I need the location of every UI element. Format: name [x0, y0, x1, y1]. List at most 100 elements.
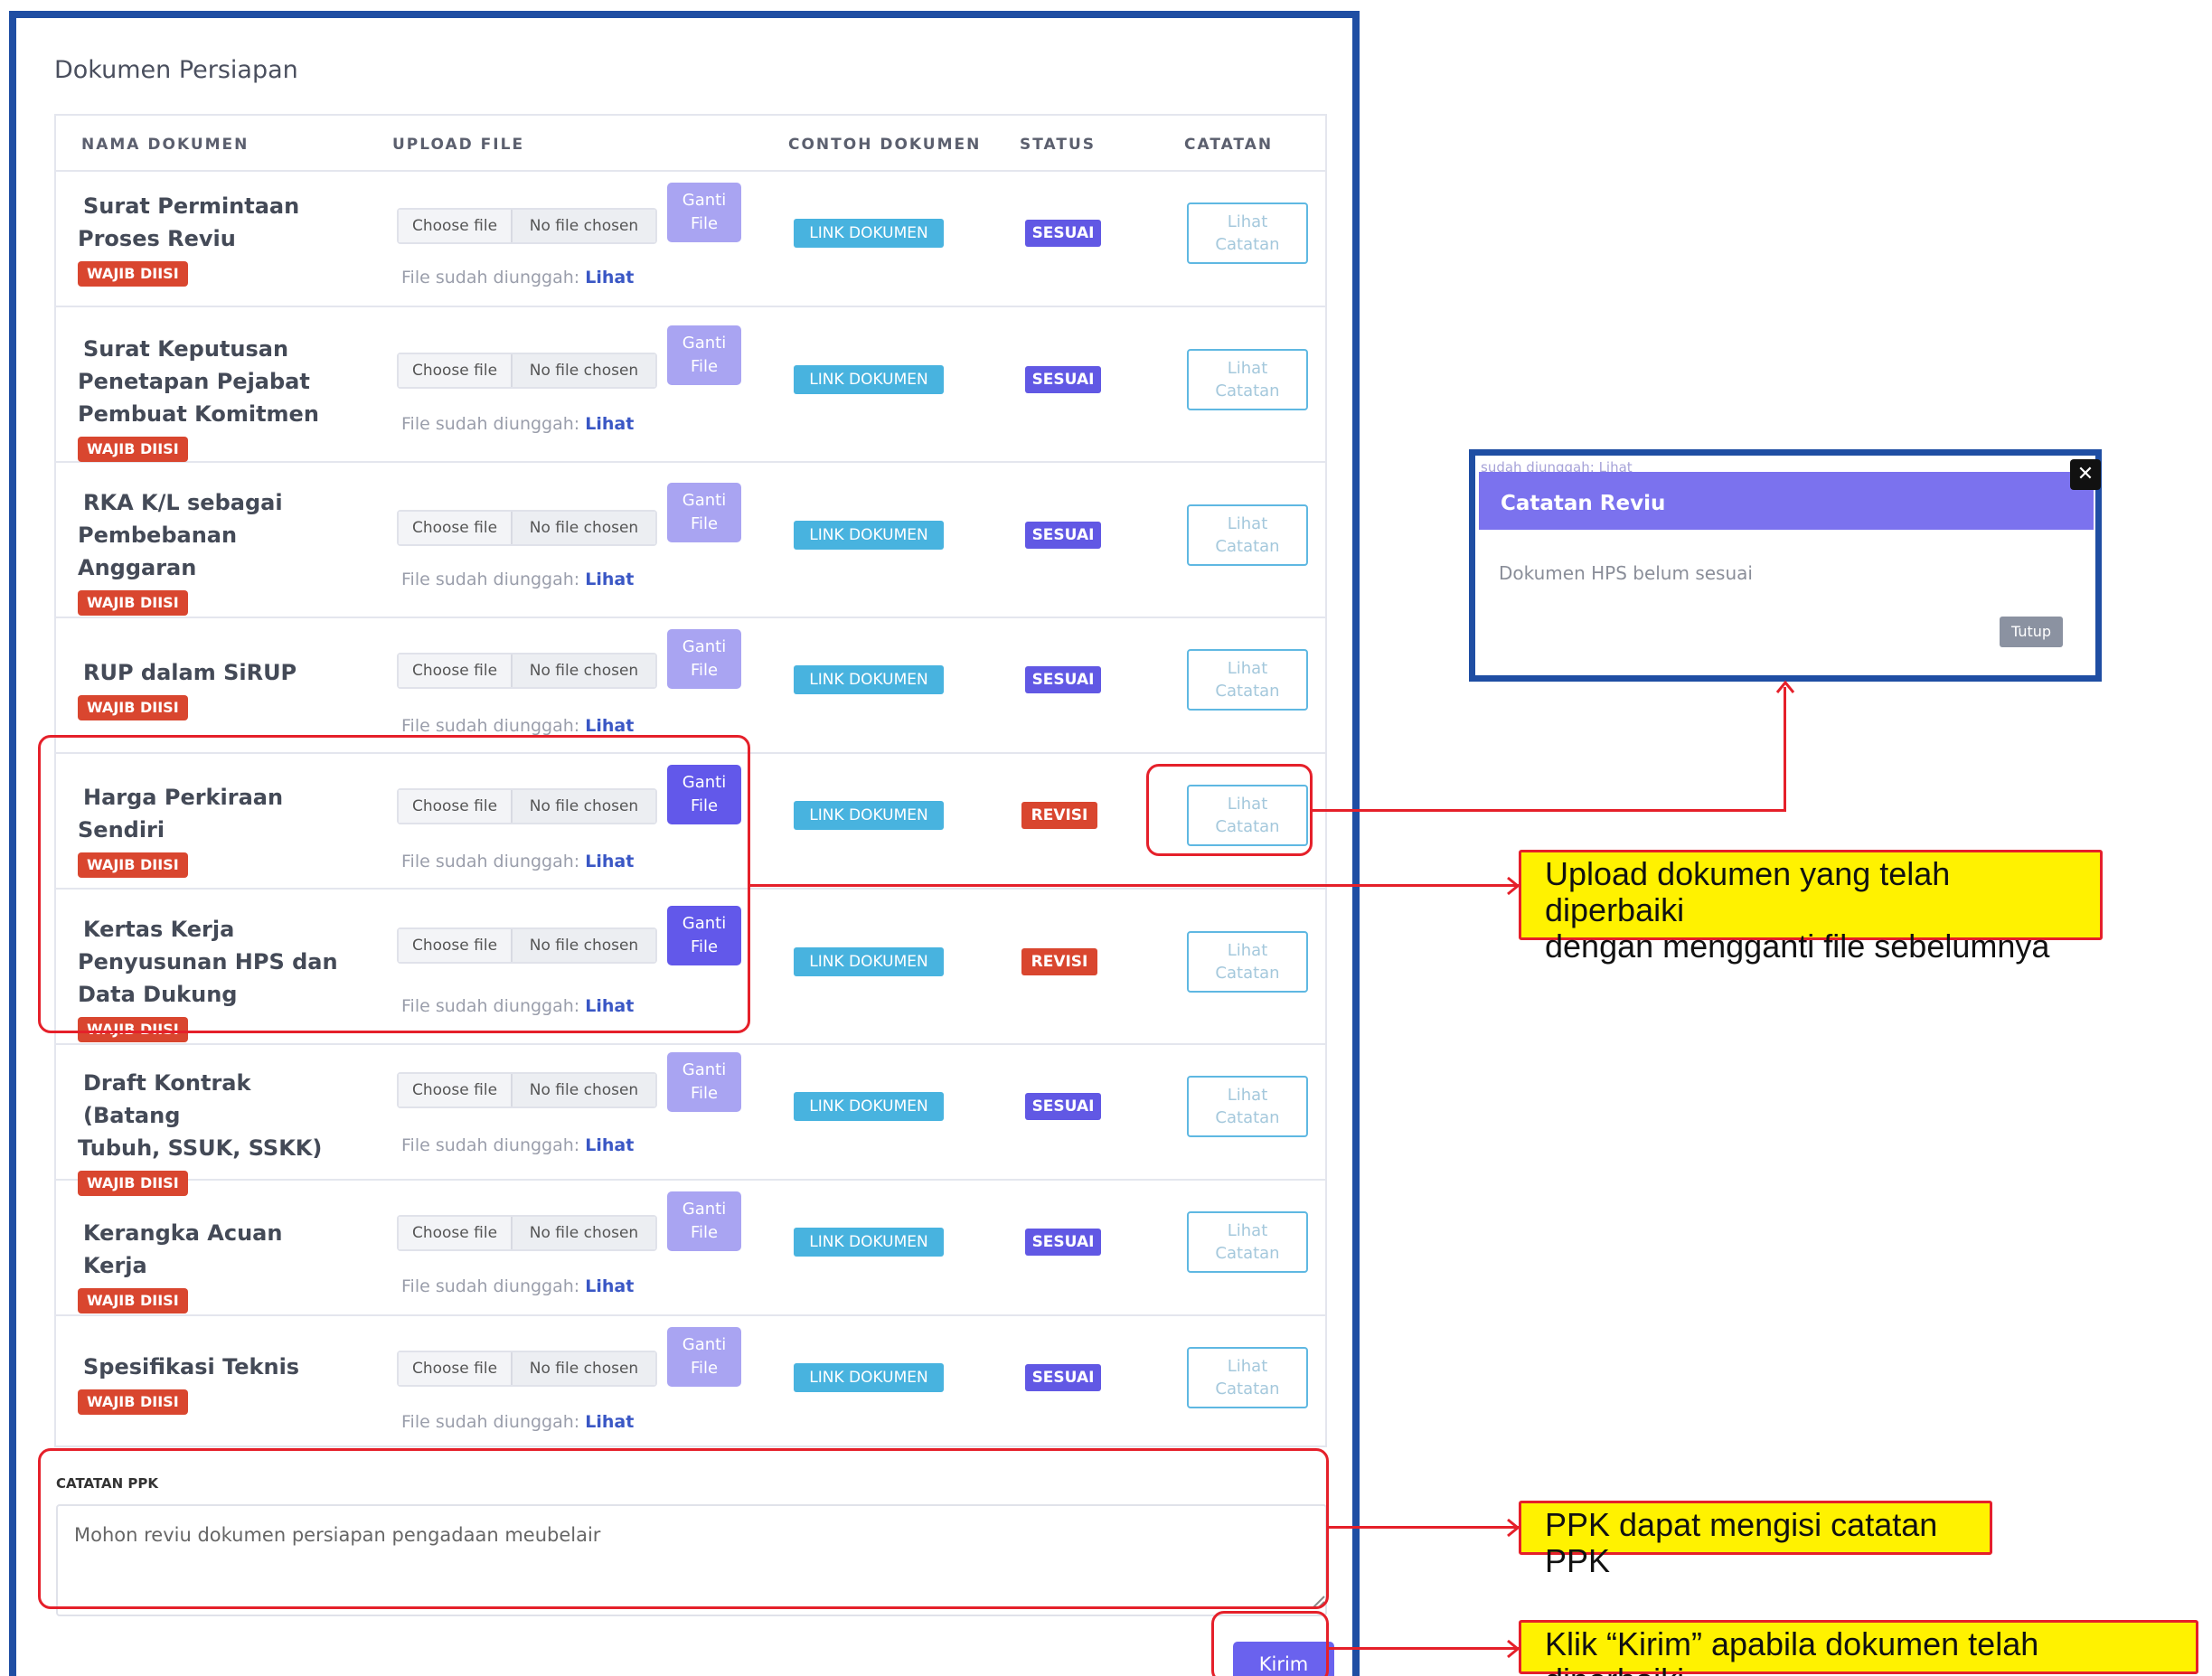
- document-name-line: Surat Keputusan: [83, 336, 289, 362]
- uploaded-info: File sudah diunggah: Lihat: [401, 1135, 634, 1155]
- lihat-file-link[interactable]: Lihat: [585, 1135, 634, 1155]
- link-dokumen-button[interactable]: LINK DOKUMEN: [794, 801, 944, 830]
- table-row: RKA K/L sebagai Pembebanan Anggaran WAJIB D…: [56, 463, 1325, 618]
- table-header: NAMA DOKUMEN UPLOAD FILE CONTOH DOKUMEN …: [56, 116, 1325, 172]
- ganti-file-button[interactable]: Ganti File: [667, 183, 741, 242]
- connector-line: [1313, 809, 1786, 812]
- link-dokumen-button[interactable]: LINK DOKUMEN: [794, 1363, 944, 1392]
- lihat-catatan-button[interactable]: Lihat Catatan: [1187, 504, 1308, 566]
- table-row: Surat Permintaan Proses Reviu WAJIB DIISI C…: [56, 172, 1325, 307]
- link-dokumen-button[interactable]: LINK DOKUMEN: [794, 1228, 944, 1257]
- callout-kirim: Klik “Kirim” apabila dokumen telah diper…: [1519, 1620, 2198, 1676]
- choose-file-button[interactable]: Choose file: [399, 654, 513, 687]
- ganti-file-button[interactable]: Ganti File: [667, 1052, 741, 1112]
- choose-file-button[interactable]: Choose file: [399, 354, 513, 387]
- uploaded-info: File sudah diunggah: Lihat: [401, 716, 634, 736]
- link-dokumen-button[interactable]: LINK DOKUMEN: [794, 665, 944, 694]
- ganti-file-label: Ganti: [682, 1200, 727, 1219]
- callout-upload-line: dengan mengganti file sebelumnya: [1545, 927, 2050, 965]
- ganti-file-button[interactable]: Ganti File: [667, 1327, 741, 1387]
- link-dokumen-button[interactable]: LINK DOKUMEN: [794, 1092, 944, 1121]
- document-name: Surat Permintaan Proses Reviu WAJIB DIISI: [78, 190, 345, 287]
- ganti-file-label: Ganti: [682, 334, 727, 353]
- lihat-file-link[interactable]: Lihat: [585, 716, 634, 736]
- table-row: Kerangka Acuan Kerja WAJIB DIISI Choose fi…: [56, 1181, 1325, 1316]
- ganti-file-label: File: [690, 357, 719, 376]
- link-dokumen-button[interactable]: LINK DOKUMEN: [794, 219, 944, 248]
- lihat-catatan-button[interactable]: Lihat Catatan: [1187, 349, 1308, 410]
- table-row: Surat Keputusan Penetapan Pejabat Pembuat …: [56, 307, 1325, 463]
- catatan-reviu-modal: sudah diunggah: Lihat Catatan Reviu ✕ Do…: [1469, 449, 2102, 682]
- lihat-catatan-label: Catatan: [1215, 1244, 1280, 1263]
- highlight-lihat-catatan: [1146, 764, 1313, 856]
- lihat-catatan-button[interactable]: Lihat Catatan: [1187, 1076, 1308, 1137]
- highlight-kirim: [1211, 1611, 1329, 1676]
- uploaded-text: File sudah diunggah:: [401, 414, 580, 434]
- screenshot-stage: Dokumen Persiapan NAMA DOKUMEN UPLOAD FI…: [0, 0, 2212, 1676]
- header-contoh-dokumen: CONTOH DOKUMEN: [788, 136, 982, 154]
- wajib-diisi-badge: WAJIB DIISI: [78, 1288, 188, 1313]
- link-dokumen-button[interactable]: LINK DOKUMEN: [794, 365, 944, 394]
- link-dokumen-button[interactable]: LINK DOKUMEN: [794, 521, 944, 550]
- uploaded-text: File sudah diunggah:: [401, 1135, 580, 1155]
- ganti-file-button[interactable]: Ganti File: [667, 483, 741, 542]
- choose-file-button[interactable]: Choose file: [399, 1217, 513, 1249]
- document-name-line: Spesifikasi Teknis: [83, 1354, 300, 1379]
- ganti-file-button[interactable]: Ganti File: [667, 1191, 741, 1251]
- lihat-file-link[interactable]: Lihat: [585, 1276, 634, 1296]
- file-input[interactable]: Choose file No file chosen: [397, 510, 657, 546]
- lihat-file-link[interactable]: Lihat: [585, 414, 634, 434]
- document-name-line: Anggaran: [78, 555, 197, 580]
- choose-file-button[interactable]: Choose file: [399, 1352, 513, 1385]
- ganti-file-label: File: [690, 1359, 719, 1378]
- ganti-file-button[interactable]: Ganti File: [667, 325, 741, 385]
- lihat-catatan-button[interactable]: Lihat Catatan: [1187, 1347, 1308, 1408]
- no-file-chosen-label: No file chosen: [513, 1217, 655, 1249]
- connector-line: [1329, 1526, 1519, 1529]
- file-input[interactable]: Choose file No file chosen: [397, 1351, 657, 1387]
- wajib-diisi-badge: WAJIB DIISI: [78, 261, 188, 287]
- lihat-catatan-button[interactable]: Lihat Catatan: [1187, 1211, 1308, 1273]
- choose-file-button[interactable]: Choose file: [399, 210, 513, 242]
- lihat-catatan-label: Lihat: [1227, 941, 1268, 960]
- document-name-line: Tubuh, SSUK, SSKK): [78, 1135, 323, 1161]
- file-input[interactable]: Choose file No file chosen: [397, 1215, 657, 1251]
- ganti-file-button[interactable]: Ganti File: [667, 629, 741, 689]
- uploaded-info: File sudah diunggah: Lihat: [401, 1412, 634, 1432]
- file-input[interactable]: Choose file No file chosen: [397, 1072, 657, 1108]
- lihat-file-link[interactable]: Lihat: [585, 268, 634, 287]
- document-name: RKA K/L sebagai Pembebanan Anggaran WAJIB D…: [78, 486, 345, 617]
- status-badge: SESUAI: [1025, 1229, 1101, 1256]
- file-input[interactable]: Choose file No file chosen: [397, 353, 657, 389]
- lihat-catatan-label: Catatan: [1215, 1379, 1280, 1398]
- connector-line: [750, 884, 1519, 887]
- document-name-line: RUP dalam SiRUP: [83, 660, 297, 685]
- status-badge: SESUAI: [1025, 366, 1101, 393]
- no-file-chosen-label: No file chosen: [513, 1074, 655, 1106]
- document-name-line: Pembebanan: [78, 523, 238, 548]
- section-title: Dokumen Persiapan: [54, 56, 298, 84]
- header-catatan: CATATAN: [1184, 136, 1274, 154]
- tutup-button[interactable]: Tutup: [2000, 617, 2063, 647]
- document-name-line: Surat Permintaan: [83, 193, 300, 219]
- modal-body-text: Dokumen HPS belum sesuai: [1499, 562, 1753, 584]
- choose-file-button[interactable]: Choose file: [399, 1074, 513, 1106]
- document-name: Spesifikasi Teknis WAJIB DIISI: [78, 1351, 345, 1416]
- lihat-catatan-button[interactable]: Lihat Catatan: [1187, 202, 1308, 264]
- lihat-catatan-button[interactable]: Lihat Catatan: [1187, 931, 1308, 993]
- close-icon[interactable]: ✕: [2070, 459, 2101, 490]
- uploaded-info: File sudah diunggah: Lihat: [401, 570, 634, 589]
- lihat-catatan-button[interactable]: Lihat Catatan: [1187, 649, 1308, 711]
- file-input[interactable]: Choose file No file chosen: [397, 653, 657, 689]
- status-badge: SESUAI: [1025, 522, 1101, 549]
- choose-file-button[interactable]: Choose file: [399, 512, 513, 544]
- wajib-diisi-badge: WAJIB DIISI: [78, 590, 188, 616]
- ganti-file-label: Ganti: [682, 191, 727, 210]
- table-row: RUP dalam SiRUP WAJIB DIISI Choose file No …: [56, 618, 1325, 754]
- lihat-file-link[interactable]: Lihat: [585, 570, 634, 589]
- link-dokumen-button[interactable]: LINK DOKUMEN: [794, 947, 944, 976]
- lihat-file-link[interactable]: Lihat: [585, 1412, 634, 1432]
- no-file-chosen-label: No file chosen: [513, 1352, 655, 1385]
- file-input[interactable]: Choose file No file chosen: [397, 208, 657, 244]
- highlight-catatan-ppk: [38, 1448, 1329, 1609]
